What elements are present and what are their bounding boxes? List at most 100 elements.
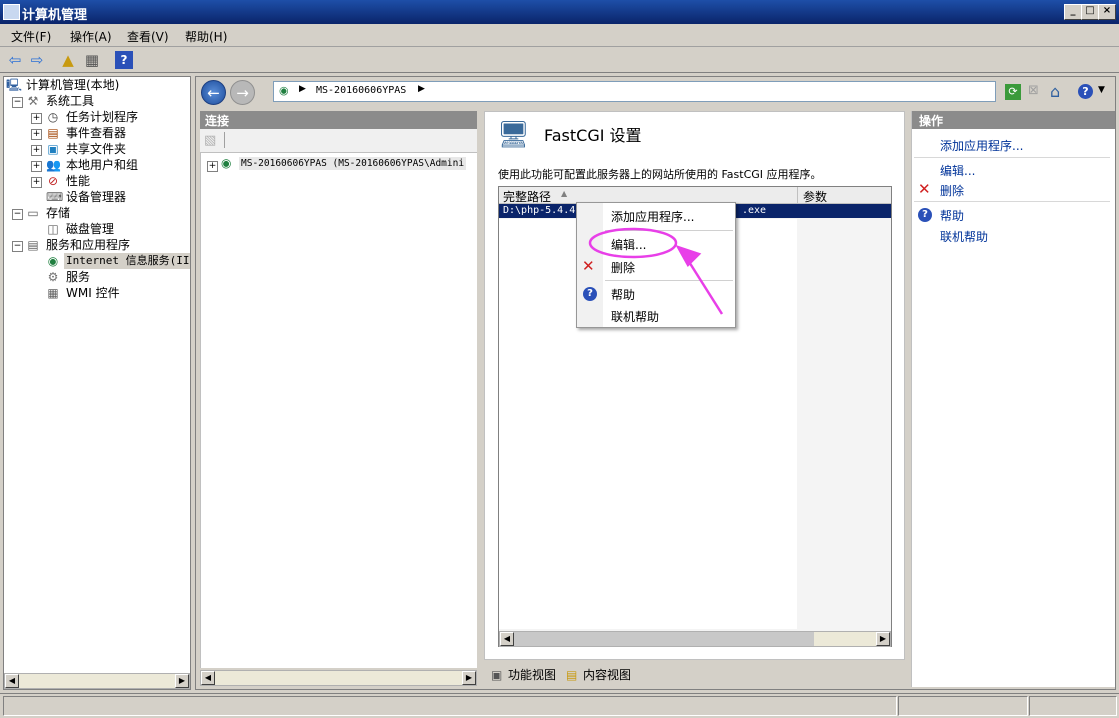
- breadcrumb-arrow-icon: ▶: [299, 84, 306, 94]
- scroll-thumb[interactable]: [514, 632, 814, 646]
- scroll-left-arrow[interactable]: ◀: [5, 674, 19, 688]
- title-bar: 计算机管理 _ □ ×: [0, 0, 1119, 24]
- storage-icon: ▭: [27, 206, 39, 220]
- tree-storage[interactable]: 存储: [46, 205, 70, 221]
- actions-title: 操作: [919, 114, 944, 128]
- action-online-help[interactable]: 联机帮助: [940, 228, 988, 245]
- performance-icon: ⊘: [47, 174, 59, 188]
- menu-bar: 文件(F) 操作(A) 查看(V) 帮助(H): [0, 24, 1119, 47]
- disk-icon: ◫: [47, 222, 59, 236]
- address-box[interactable]: ◉ ▶ MS-20160606YPAS ▶: [273, 81, 996, 102]
- expand-icon[interactable]: +: [207, 161, 218, 172]
- shared-folder-icon: ▣: [47, 142, 59, 156]
- tree-disk-management[interactable]: 磁盘管理: [66, 221, 114, 237]
- delete-icon[interactable]: ✕: [918, 180, 931, 198]
- toolbar: ⇦ ⇨ ▲ ▦ ?: [0, 47, 1119, 73]
- tree-task-scheduler[interactable]: 任务计划程序: [66, 109, 138, 125]
- action-delete[interactable]: 删除: [940, 182, 964, 199]
- back-icon[interactable]: ⇦: [6, 51, 24, 69]
- action-add-application[interactable]: 添加应用程序...: [940, 137, 1023, 154]
- close-button[interactable]: ×: [1098, 4, 1116, 20]
- up-folder-icon[interactable]: ▲: [59, 51, 77, 69]
- connections-server-node[interactable]: MS-20160606YPAS (MS-20160606YPAS\Admini: [239, 157, 467, 170]
- breadcrumb-server[interactable]: MS-20160606YPAS: [316, 85, 406, 96]
- show-hide-tree-icon[interactable]: ▦: [83, 51, 101, 69]
- expand-icon[interactable]: +: [31, 145, 42, 156]
- device-manager-icon: ⌨: [46, 190, 64, 204]
- scroll-right-arrow[interactable]: ▶: [462, 671, 476, 685]
- tree-system-tools[interactable]: 系统工具: [46, 93, 94, 109]
- collapse-icon[interactable]: −: [12, 241, 23, 252]
- dropdown-arrow-icon[interactable]: ▼: [1098, 85, 1105, 95]
- iis-icon: ◉: [47, 254, 59, 268]
- col-full-path[interactable]: 完整路径: [503, 188, 551, 205]
- event-viewer-icon: ▤: [47, 126, 59, 140]
- connect-icon[interactable]: ▧: [204, 133, 216, 148]
- menu-action[interactable]: 操作(A): [70, 28, 112, 45]
- row-path-end: .exe: [742, 205, 767, 216]
- connections-header: 连接: [200, 111, 477, 129]
- refresh-icon[interactable]: ⟳: [1005, 84, 1021, 100]
- action-edit[interactable]: 编辑...: [940, 162, 975, 179]
- tree-services-apps[interactable]: 服务和应用程序: [46, 237, 130, 253]
- tab-content-view[interactable]: 内容视图: [583, 666, 631, 684]
- sort-asc-icon: ▲: [561, 189, 568, 198]
- tree-iis[interactable]: Internet 信息服务(IIS: [64, 253, 190, 269]
- menu-file[interactable]: 文件(F): [11, 28, 51, 45]
- stop-icon[interactable]: ⊠: [1028, 84, 1042, 98]
- tree-device-manager[interactable]: 设备管理器: [66, 189, 126, 205]
- menu-view[interactable]: 查看(V): [127, 28, 169, 45]
- computer-management-icon: [3, 4, 20, 20]
- server-icon: ◉: [279, 84, 289, 97]
- scroll-right-arrow[interactable]: ▶: [175, 674, 189, 688]
- tree-event-viewer[interactable]: 事件查看器: [66, 125, 126, 141]
- connections-hscrollbar[interactable]: ◀ ▶: [200, 670, 477, 686]
- tree-hscrollbar[interactable]: ◀ ▶: [4, 673, 190, 689]
- annotation-ellipse: [588, 227, 678, 259]
- maximize-button[interactable]: □: [1081, 4, 1099, 20]
- tools-icon: ⚒: [27, 94, 39, 108]
- tree-wmi[interactable]: WMI 控件: [66, 285, 120, 301]
- tree-services[interactable]: 服务: [66, 269, 90, 285]
- forward-icon[interactable]: ⇨: [28, 51, 46, 69]
- tree-local-users[interactable]: 本地用户和组: [66, 157, 138, 173]
- toolbar-divider: [224, 132, 225, 148]
- column-divider[interactable]: [797, 187, 798, 204]
- expand-icon[interactable]: +: [31, 161, 42, 172]
- tree-performance[interactable]: 性能: [66, 173, 90, 189]
- tree-shared-folders[interactable]: 共享文件夹: [66, 141, 126, 157]
- scroll-right-arrow[interactable]: ▶: [876, 632, 890, 646]
- expand-icon[interactable]: +: [31, 129, 42, 140]
- collapse-icon[interactable]: −: [12, 209, 23, 220]
- connections-tree: + ◉ MS-20160606YPAS (MS-20160606YPAS\Adm…: [200, 153, 477, 668]
- connections-title: 连接: [205, 114, 230, 128]
- expand-icon[interactable]: +: [31, 177, 42, 188]
- clock-icon: ◷: [47, 110, 59, 124]
- services-apps-icon: ▤: [27, 238, 39, 252]
- status-pane-2: [898, 696, 1028, 716]
- status-pane-3: [1029, 696, 1117, 716]
- scroll-left-arrow[interactable]: ◀: [500, 632, 514, 646]
- help-icon[interactable]: ?: [918, 208, 932, 222]
- features-view-icon: ▣: [491, 668, 503, 682]
- tree-root[interactable]: 计算机管理(本地): [26, 77, 119, 93]
- help-circle-icon[interactable]: ?: [1078, 84, 1093, 99]
- grid-hscrollbar[interactable]: ◀ ▶: [499, 631, 891, 647]
- nav-back-icon[interactable]: ←: [201, 80, 226, 105]
- expand-icon[interactable]: +: [31, 113, 42, 124]
- services-gear-icon: ⚙: [47, 270, 59, 284]
- actions-header: 操作: [912, 111, 1115, 129]
- wmi-icon: ▦: [47, 286, 59, 300]
- tab-features-view[interactable]: 功能视图: [508, 666, 556, 684]
- collapse-icon[interactable]: −: [12, 97, 23, 108]
- help-icon[interactable]: ?: [115, 51, 133, 69]
- scroll-left-arrow[interactable]: ◀: [201, 671, 215, 685]
- home-icon[interactable]: ⌂: [1050, 82, 1060, 101]
- action-help[interactable]: 帮助: [940, 207, 964, 224]
- col-arguments[interactable]: 参数: [803, 188, 827, 205]
- menu-help[interactable]: 帮助(H): [185, 28, 227, 45]
- minimize-button[interactable]: _: [1064, 4, 1082, 20]
- row-path-start: D:\php-5.4.4: [503, 205, 576, 216]
- nav-forward-icon[interactable]: →: [230, 80, 255, 105]
- server-icon: ◉: [221, 156, 232, 170]
